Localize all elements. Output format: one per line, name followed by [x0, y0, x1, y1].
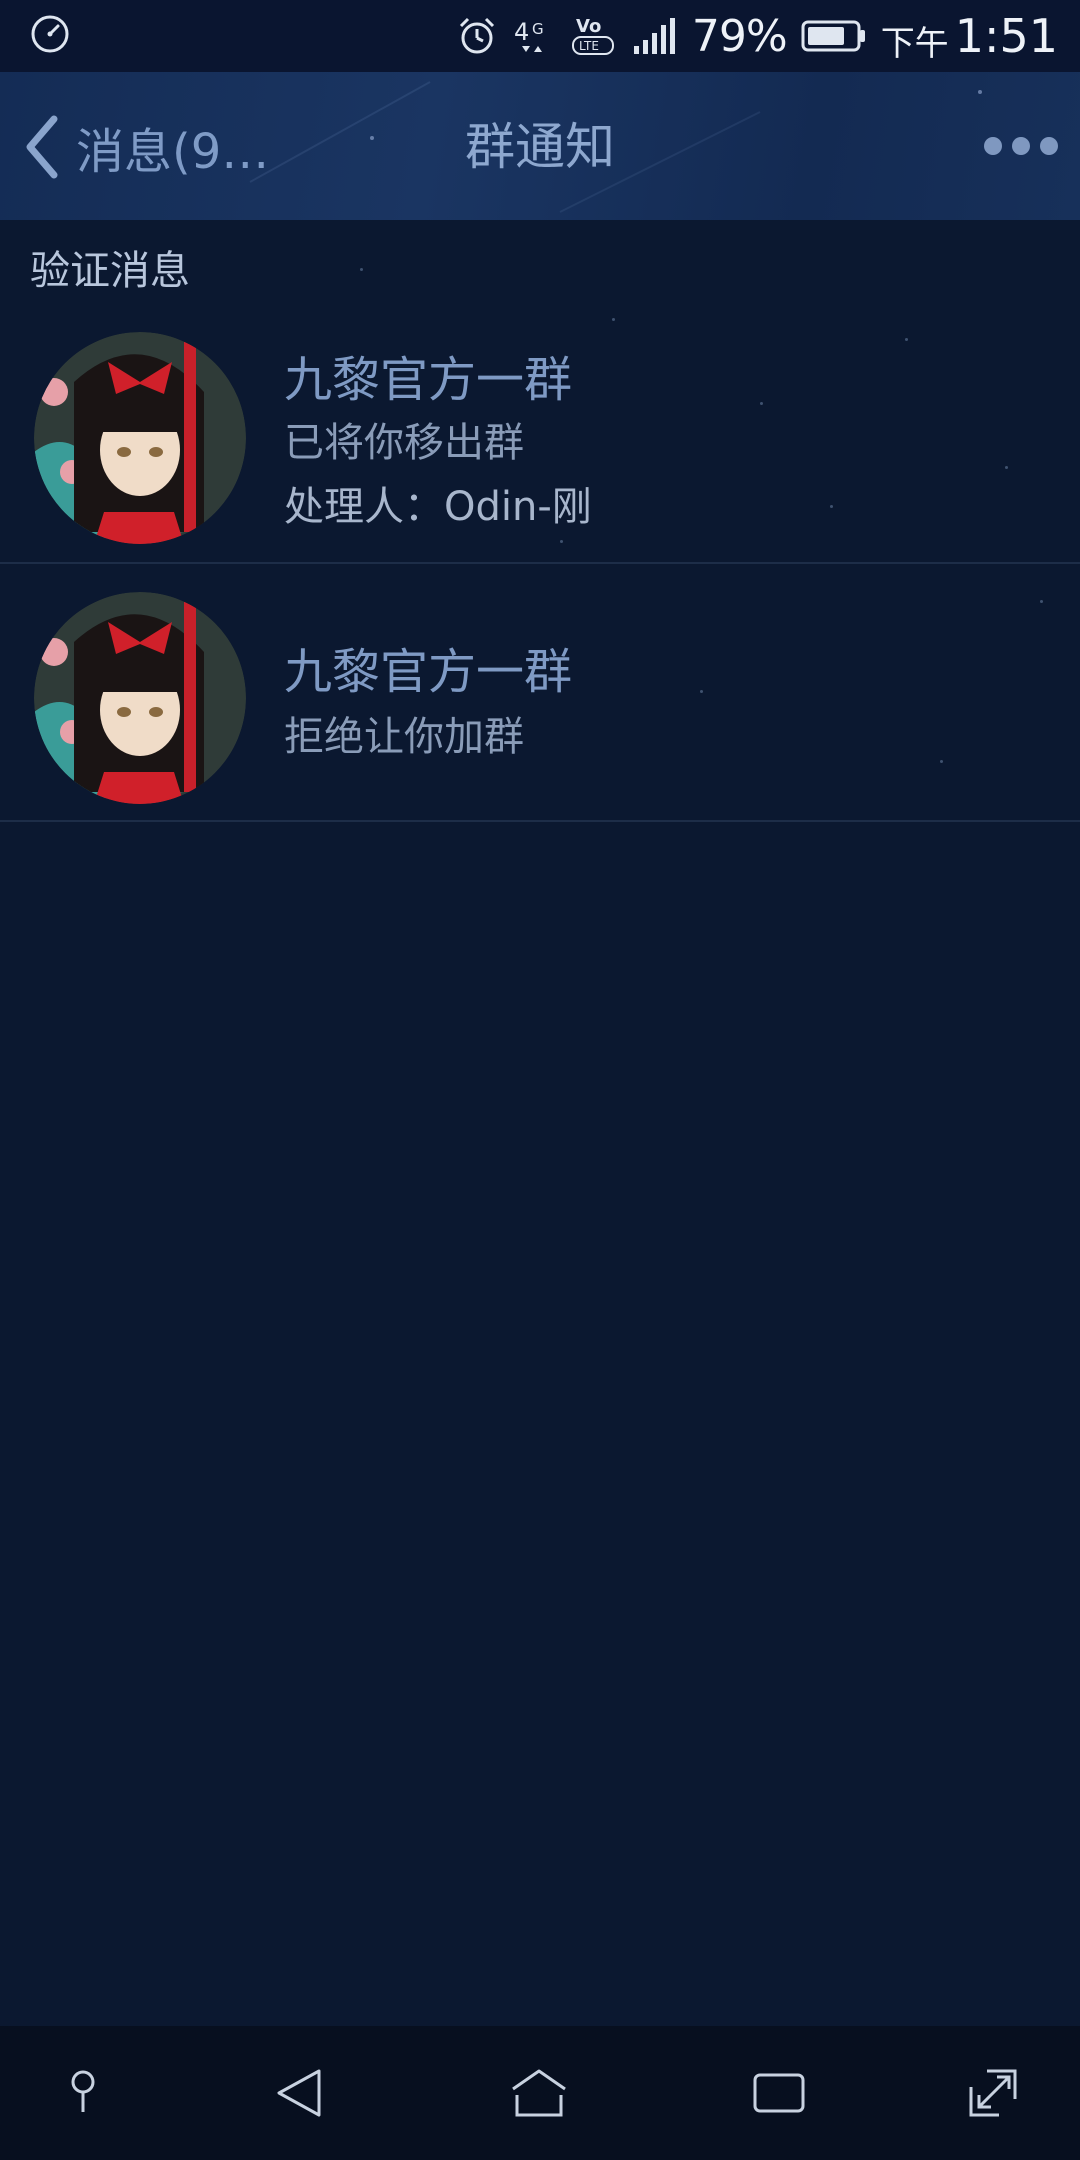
pin-icon[interactable]: [46, 2056, 120, 2130]
page-title: 群通知: [465, 118, 615, 176]
more-icon-dot: [984, 137, 1002, 155]
time-prefix: 下午: [880, 23, 949, 64]
battery-percent: 79%: [691, 10, 788, 62]
group-name: 九黎官方一群: [284, 644, 573, 700]
svg-text:LTE: LTE: [579, 39, 599, 53]
notification-message: 已将你移出群: [284, 420, 524, 466]
handler-text: 处理人：Odin-刚: [284, 484, 592, 530]
more-button[interactable]: [984, 130, 1058, 162]
notification-item[interactable]: 九黎官方一群 已将你移出群 处理人：Odin-刚: [0, 300, 1080, 564]
alarm-icon: [456, 15, 498, 57]
more-icon-dot: [1040, 137, 1058, 155]
svg-text:G: G: [532, 20, 544, 38]
status-icons: 4 G Vo LTE 79% 下午 1:51: [456, 0, 1058, 72]
svg-text:4: 4: [514, 18, 529, 46]
section-header: 验证消息: [30, 248, 190, 294]
group-avatar: [34, 592, 246, 804]
group-avatar: [34, 332, 246, 544]
group-name: 九黎官方一群: [284, 352, 573, 408]
expand-icon[interactable]: [956, 2056, 1030, 2130]
status-bar: 4 G Vo LTE 79% 下午 1:51: [0, 0, 1080, 72]
notification-message: 拒绝让你加群: [284, 714, 524, 760]
signal-icon: [632, 16, 678, 56]
svg-text:Vo: Vo: [576, 16, 601, 37]
nav-bar: 消息(9… 群通知: [0, 72, 1080, 220]
home-icon[interactable]: [502, 2056, 576, 2130]
back-triangle-icon[interactable]: [262, 2056, 336, 2130]
system-nav-bar: [0, 2026, 1080, 2160]
more-icon-dot: [1012, 137, 1030, 155]
volte-icon: Vo LTE: [570, 12, 618, 60]
battery-icon: [801, 19, 867, 53]
notification-item[interactable]: 九黎官方一群 拒绝让你加群: [0, 564, 1080, 822]
network-4g-icon: 4 G: [512, 14, 556, 58]
star-dot: [360, 268, 363, 271]
clock-icon: [30, 14, 70, 54]
clock-time: 1:51: [954, 9, 1058, 63]
recents-icon[interactable]: [742, 2056, 816, 2130]
screen: 4 G Vo LTE 79% 下午 1:51 消息(9… 群通知 验证消息 九黎…: [0, 0, 1080, 2160]
